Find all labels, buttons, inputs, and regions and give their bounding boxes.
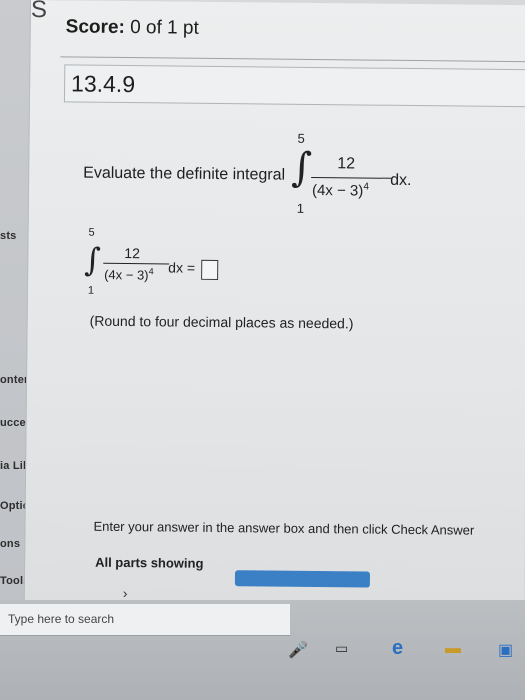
answer-numerator: 12	[124, 245, 141, 262]
score-label: Score:	[65, 16, 125, 38]
divider	[60, 56, 525, 63]
fraction-denominator: (4x − 3)4	[311, 181, 369, 200]
question-id: 13.4.9	[70, 70, 136, 98]
question-prompt: Evaluate the definite integral	[83, 164, 286, 184]
integral-lower-limit: 1	[296, 200, 305, 216]
fraction-numerator: 12	[337, 155, 356, 173]
answer-fraction-bar	[103, 262, 170, 265]
score-value: 0 of 1 pt	[130, 17, 199, 39]
question-id-box: 13.4.9	[63, 64, 525, 108]
score-display: Score: 0 of 1 pt	[66, 16, 199, 39]
answer-upper-limit: 5	[88, 226, 95, 239]
answer-lower-limit: 1	[87, 284, 95, 297]
integral-upper-limit: 5	[297, 130, 305, 146]
answer-integral-sign-icon: ∫	[84, 240, 102, 279]
taskbar-search[interactable]: Type here to search	[0, 604, 290, 636]
answer-input[interactable]	[201, 259, 219, 280]
sidebar-item-ons[interactable]: ons	[0, 538, 20, 550]
question-panel: S Score: 0 of 1 pt 13.4.9 Evaluate the d…	[23, 0, 525, 611]
store-icon[interactable]: ▣	[498, 640, 513, 660]
parts-label: All parts showing	[95, 554, 204, 571]
search-input[interactable]: Type here to search	[8, 612, 114, 626]
sidebar-item-tests[interactable]: sts	[0, 230, 17, 242]
differential: dx.	[390, 171, 412, 190]
answer-denominator: (4x − 3)4	[104, 266, 154, 283]
integral-sign-icon: ∫	[291, 144, 313, 191]
logo: S	[30, 0, 48, 24]
edge-browser-icon[interactable]: e	[392, 637, 403, 660]
task-view-icon[interactable]: ▭	[335, 640, 348, 657]
microphone-icon[interactable]: 🎤	[288, 640, 308, 660]
answer-differential: dx =	[168, 259, 196, 276]
file-explorer-icon[interactable]: ▬	[445, 640, 461, 658]
fraction-bar	[311, 176, 392, 179]
exponent: 4	[363, 181, 369, 193]
rounding-hint: (Round to four decimal places as needed.…	[89, 312, 354, 332]
check-answer-button[interactable]	[234, 570, 371, 588]
chevron-right-icon[interactable]: ›	[123, 585, 128, 601]
instruction-text: Enter your answer in the answer box and …	[93, 518, 475, 538]
